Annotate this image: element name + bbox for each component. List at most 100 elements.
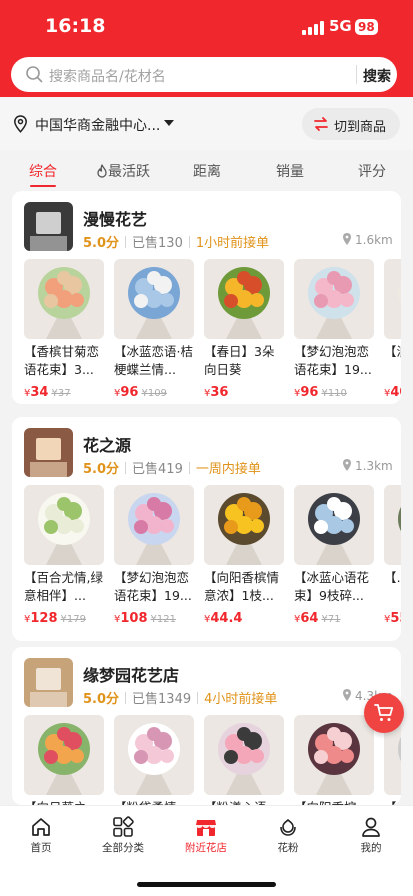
price-current: 64 [300,611,319,626]
product-image[interactable] [384,485,401,565]
nav-fans[interactable]: 花粉 [258,816,318,855]
product-card[interactable]: 【香槟甘菊恋语花束】3... ¥34 ¥37 [24,259,104,400]
product-card[interactable]: 【春日】3朵向日葵 ¥36 [204,259,284,400]
meta-divider [188,236,190,248]
store-distance-value: 1.6km [355,233,393,247]
tab-distance[interactable]: 距离 [193,161,221,181]
store-meta: 5.0分 已售130 1小时前接单 [83,232,269,251]
location-pin-icon [343,459,351,471]
product-card[interactable]: 【梦幻泡泡恋语花束】19... ¥96 ¥110 [294,259,374,400]
product-card[interactable]: 【梦幻泡泡恋语花束】19... ¥108 ¥121 [114,485,194,626]
search-icon [26,66,43,83]
user-icon [362,817,380,837]
store-accept-time: 一周内接单 [195,462,261,477]
product-image[interactable] [114,715,194,795]
product-card[interactable]: 【粉漾心语花... [204,715,284,805]
product-image[interactable] [24,259,104,339]
store-name[interactable]: 缘梦园花艺店 [83,662,179,686]
status-time: 16:18 [45,15,106,37]
nav-nearby-shops[interactable]: 附近花店 [176,816,236,855]
product-card[interactable]: 【冰蓝心语花束】9枝碎... ¥64 ¥71 [294,485,374,626]
product-image[interactable] [384,259,401,339]
product-name: 【春日】3朵向日葵 [204,344,275,377]
store-name[interactable]: 花之源 [83,432,131,456]
store-sold: 已售1349 [132,692,192,707]
store-meta: 5.0分 已售1349 4小时前接单 [83,688,277,707]
flame-icon [97,164,107,178]
product-image[interactable] [204,715,284,795]
store-distance: 1.3km [342,459,393,473]
product-name: 【向阳香槟情意浓】1枝... [204,570,280,603]
product-card[interactable]: 【…红玫... ¥55 [384,485,401,626]
store-rating: 5.0分 [83,462,120,477]
store-logo[interactable] [24,428,73,477]
location-pin-icon [343,233,351,245]
store-distance: 1.6km [342,233,393,247]
product-name: 【梦幻泡泡恋语花束】19... [294,344,372,377]
product-image[interactable] [114,259,194,339]
price-current: 128 [30,611,58,626]
product-image[interactable] [114,485,194,565]
search-button[interactable]: 搜索 [363,66,391,86]
product-image[interactable] [294,485,374,565]
search-divider [356,65,357,84]
search-input[interactable]: 搜索商品名/花材名 [49,66,166,86]
store-logo[interactable] [24,658,73,707]
product-price: ¥96 ¥109 [114,385,194,400]
store-accept-time: 4小时前接单 [204,692,278,707]
store-accept-time: 1小时前接单 [195,236,270,251]
price-current: 36 [210,385,229,400]
product-image[interactable] [204,485,284,565]
tab-sales[interactable]: 销量 [276,161,304,181]
product-name: 【冰蓝心语花束】9枝碎... [294,570,370,603]
product-price: ¥40 [384,385,401,400]
product-image[interactable] [204,259,284,339]
store-card[interactable]: 缘梦园花艺店5.0分已售13494小时前接单4.3km【向日葵之...【粉袋柔情… [12,647,401,805]
sort-tabs: 综合 最活跃 距离 销量 评分 [0,150,413,191]
store-meta: 5.0分 已售419 一周内接单 [83,458,261,477]
price-current: 96 [300,385,319,400]
signal-icon [302,21,324,35]
store-card[interactable]: 花之源 5.0分 已售419 一周内接单 1.3km 【百合尤情,绿意相伴】... ¥128… [12,417,401,641]
store-card[interactable]: 漫慢花艺 5.0分 已售130 1小时前接单 1.6km 【香槟甘菊恋语花束】3... ¥3… [12,191,401,404]
product-price: ¥128 ¥179 [24,611,104,626]
product-card[interactable]: 【浪...3枝... ¥40 [384,259,401,400]
tab-most-active[interactable]: 最活跃 [96,161,150,181]
product-image[interactable] [24,485,104,565]
tab-rating[interactable]: 评分 [358,161,386,181]
product-image[interactable] [294,715,374,795]
floating-cart-button[interactable] [364,693,404,733]
product-price: ¥36 [204,385,284,400]
product-image[interactable] [294,259,374,339]
product-card[interactable]: 【百合尤情,绿意相伴】... ¥128 ¥179 [24,485,104,626]
product-price: ¥96 ¥110 [294,385,374,400]
product-name: 【梦幻泡泡恋语花束】19... [114,570,192,603]
nav-categories[interactable]: 全部分类 [93,816,153,855]
location-address[interactable]: 中国华商金融中心... [35,115,160,135]
product-name: 【…红玫... [384,570,401,585]
nav-home[interactable]: 首页 [11,816,71,855]
store-name[interactable]: 漫慢花艺 [83,206,147,230]
shop-icon [196,820,216,836]
switch-to-products-button[interactable]: 切到商品 [302,108,400,140]
product-card[interactable]: 【向阳香槟橙... [294,715,374,805]
price-current: 55 [390,611,401,626]
home-indicator [137,882,276,887]
chevron-down-icon[interactable] [164,120,174,126]
battery-icon: 98 [355,19,378,35]
store-logo[interactable] [24,202,73,251]
product-card[interactable]: 【向日葵之... [24,715,104,805]
product-card[interactable]: 【粉袋柔情花... [114,715,194,805]
nav-me[interactable]: 我的 [341,816,401,855]
meta-divider [197,692,199,704]
search-bar[interactable]: 搜索商品名/花材名 搜索 [11,57,397,92]
nav-me-label: 我的 [360,842,382,854]
product-price: ¥34 ¥37 [24,385,104,400]
meta-divider [125,692,127,704]
product-card[interactable]: 【向阳香槟情意浓】1枝... ¥44.4 [204,485,284,626]
product-card[interactable]: 【冰蓝恋语·桔梗蝶兰情... ¥96 ¥109 [114,259,194,400]
store-sold: 已售419 [132,462,183,477]
product-name: 【冰蓝恋语·桔梗蝶兰情... [114,344,193,377]
product-image[interactable] [24,715,104,795]
tab-comprehensive[interactable]: 综合 [29,161,57,181]
